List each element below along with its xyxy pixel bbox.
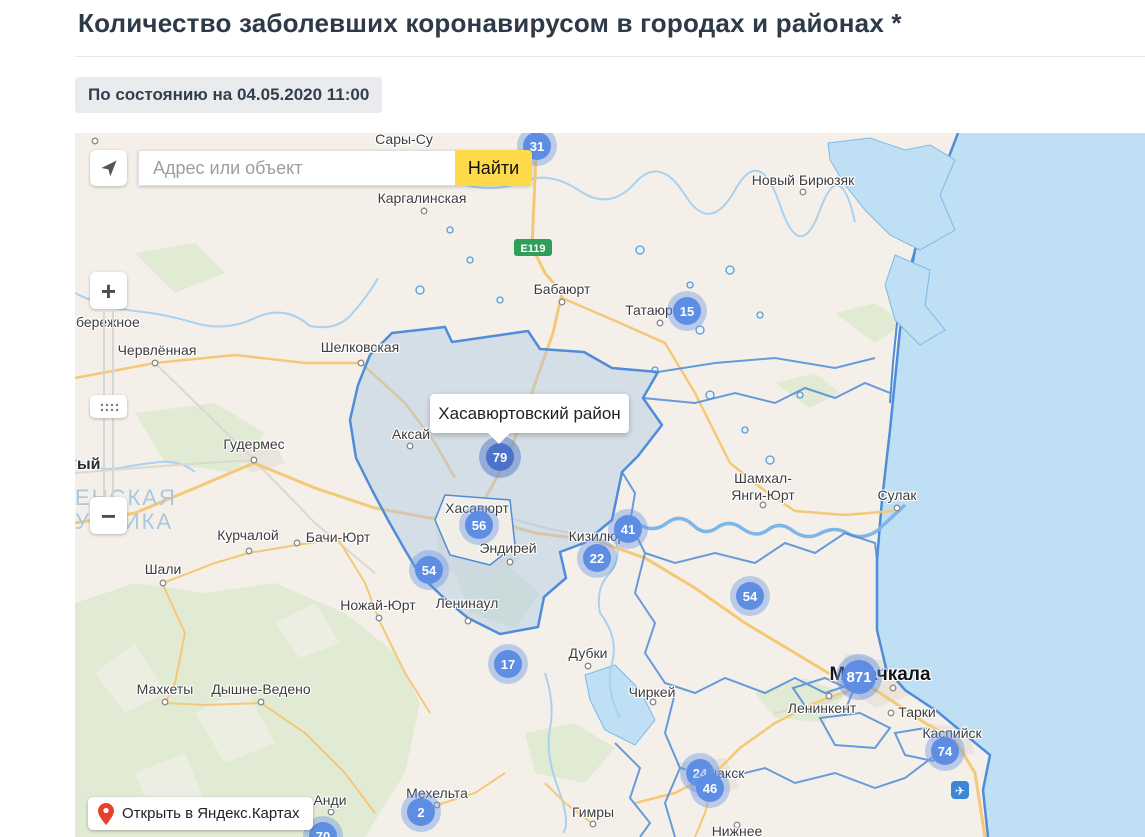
town-label: Бабаюрт — [534, 281, 591, 297]
town-label: Новый Бирюзяк — [752, 172, 855, 188]
status-badge: По состоянию на 04.05.2020 11:00 — [75, 77, 382, 113]
svg-text:✈: ✈ — [955, 784, 965, 798]
town-label: Сары-Су — [375, 133, 433, 147]
town-label: Гимры — [572, 804, 614, 820]
road-badge: Е119 — [514, 239, 552, 256]
map-container[interactable]: Е119 ✈ Сары-Су Каргалинская Новый Бирюзя… — [75, 133, 1145, 837]
case-marker[interactable]: 22 — [577, 538, 617, 578]
district-tooltip: Хасавюртовский район — [430, 394, 629, 433]
town-label: Дубки — [569, 645, 608, 661]
town-label: Ленинаул — [436, 595, 499, 611]
case-marker[interactable]: 74 — [925, 731, 965, 771]
case-marker[interactable]: 15 — [667, 291, 707, 331]
case-marker[interactable]: 17 — [488, 644, 528, 684]
town-label: Дышне-Ведено — [211, 681, 310, 697]
map-pin-icon — [98, 803, 114, 825]
town-label: Шали — [145, 561, 182, 577]
search-bar: Найти — [138, 150, 532, 186]
town-label: Ленинкент — [788, 700, 856, 716]
town-label: Червлённая — [118, 342, 197, 358]
open-in-yandex-maps-button[interactable]: Открыть в Яндекс.Картах — [88, 797, 313, 830]
town-label: ый — [77, 456, 101, 474]
case-marker[interactable]: 871 — [836, 654, 882, 700]
town-label: Ножай-Юрт — [340, 597, 415, 613]
case-marker[interactable]: 56 — [459, 505, 499, 545]
town-label: Шелковская — [321, 339, 399, 355]
town-label: Сулак — [878, 487, 917, 503]
zoom-out-button[interactable]: − — [90, 497, 127, 534]
divider — [75, 56, 1145, 57]
case-marker[interactable]: 46 — [690, 768, 730, 808]
town-label: Гудермес — [223, 436, 284, 452]
town-label: Бачи-Юрт — [306, 529, 370, 545]
town-label: Махкеты — [137, 681, 194, 697]
case-marker[interactable]: 2 — [401, 792, 441, 832]
town-label: Анди — [313, 792, 346, 808]
town-label: Шамхал- — [734, 470, 792, 486]
town-label: Аксай — [392, 426, 430, 442]
town-label: Чиркей — [629, 684, 676, 700]
town-label: Тарки — [898, 704, 935, 720]
town-label: Янги-Юрт — [731, 487, 794, 503]
town-label: Нижнее — [712, 823, 763, 837]
ruler-icon — [99, 402, 119, 412]
search-input[interactable] — [138, 150, 455, 186]
airport-icon: ✈ — [951, 781, 969, 799]
ruler-button[interactable] — [90, 395, 127, 418]
geolocation-button[interactable] — [90, 150, 127, 186]
open-button-label: Открыть в Яндекс.Картах — [122, 805, 299, 822]
case-marker[interactable]: 41 — [608, 509, 648, 549]
case-marker[interactable]: 54 — [730, 576, 770, 616]
town-label: Курчалой — [217, 527, 279, 543]
town-label: Каргалинская — [378, 190, 467, 206]
case-marker[interactable]: 54 — [409, 550, 449, 590]
page-title: Количество заболевших коронавирусом в го… — [78, 8, 902, 39]
svg-text:Е119: Е119 — [520, 243, 545, 255]
search-button[interactable]: Найти — [455, 150, 532, 186]
map-canvas[interactable]: Е119 ✈ — [75, 133, 1145, 837]
geolocation-icon — [98, 157, 120, 179]
zoom-in-button[interactable]: + — [90, 272, 127, 309]
